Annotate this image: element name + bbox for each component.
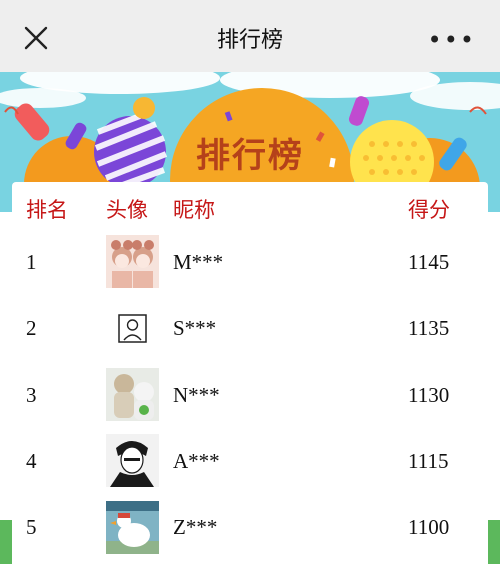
row-score: 1115 — [408, 449, 449, 473]
row-nickname: A*** — [173, 449, 220, 473]
header-nickname: 昵称 — [173, 198, 215, 222]
row-score: 1135 — [408, 316, 450, 340]
row-score: 1130 — [408, 383, 450, 407]
row-rank: 3 — [26, 383, 37, 407]
row-score: 1100 — [408, 515, 450, 539]
header-avatar: 头像 — [106, 198, 148, 222]
row-nickname: M*** — [173, 250, 224, 274]
avatar-image — [106, 368, 159, 421]
avatar-image — [106, 302, 159, 355]
avatar-image — [106, 434, 159, 487]
row-rank: 1 — [26, 250, 37, 274]
row-rank: 4 — [26, 449, 37, 473]
row-nickname: S*** — [173, 316, 217, 340]
avatar[interactable] — [106, 235, 159, 288]
avatar-image — [106, 235, 159, 288]
row-rank: 2 — [26, 316, 37, 340]
row-rank: 5 — [26, 515, 37, 539]
top-bar: 排行榜 ••• — [0, 0, 500, 72]
row-score: 1145 — [408, 250, 450, 274]
more-options-button[interactable]: ••• — [428, 26, 476, 54]
avatar[interactable] — [106, 434, 159, 487]
row-nickname: N*** — [173, 383, 220, 407]
leaderboard-card — [12, 182, 488, 572]
avatar[interactable] — [106, 368, 159, 421]
header-rank: 排名 — [26, 198, 68, 222]
page-title: 排行榜 — [216, 28, 283, 53]
row-nickname: Z*** — [173, 515, 218, 539]
avatar-image — [106, 501, 159, 554]
header-score: 得分 — [408, 198, 450, 222]
banner-title: 排行榜 — [196, 136, 304, 176]
avatar[interactable] — [106, 302, 159, 355]
avatar[interactable] — [106, 501, 159, 554]
